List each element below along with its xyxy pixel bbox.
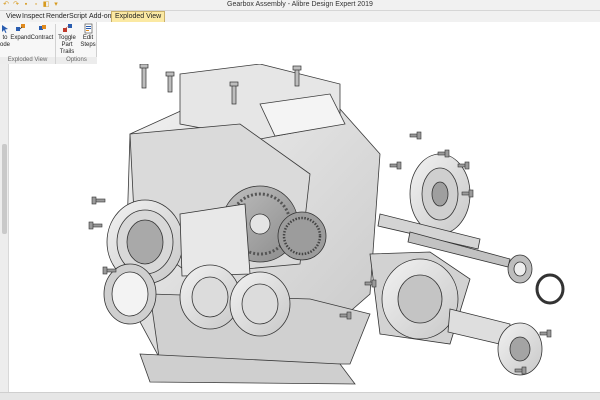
to-mode-label-2: ode [0,42,11,48]
tab-exploded-view[interactable]: Exploded View [111,11,166,22]
edit-steps-label-2: Steps [80,42,96,48]
ribbon-panel: to ode Expand Contract Toggle Part Trail… [0,22,97,64]
arrow-icon [1,25,8,33]
toggle-label-2: Part Trails [59,42,75,55]
title-bar: ↶ ↷ ▪ ▫ ◧ ▾ Gearbox Assembly - Alibre De… [0,0,600,11]
seal-ring-left[interactable] [103,263,157,325]
model-viewport[interactable] [10,64,600,392]
tab-script[interactable]: Script [69,12,87,22]
scrollbar-thumb[interactable] [2,144,7,234]
tab-view[interactable]: View [6,12,21,22]
expand-label: Expand [10,35,31,41]
contract-button[interactable]: Contract [30,23,54,42]
toggle-label-1: Toggle [58,35,76,41]
ribbon-tabs: View Inspect Render Script Add-on Explod… [0,11,600,22]
expand-icon [16,24,25,31]
tab-add-on[interactable]: Add-on [89,12,112,22]
toggle-part-trails-button[interactable]: Toggle Part Trails [56,23,78,56]
edit-steps-icon [84,23,92,34]
group-label-options: Options [56,57,97,64]
tab-inspect[interactable]: Inspect [22,12,45,22]
window-title: Gearbox Assembly - Alibre Design Expert … [227,1,373,8]
bevel-gear[interactable] [277,211,327,261]
to-mode-label-1: to [2,35,8,41]
to-mode-button[interactable]: to ode [0,23,10,49]
left-scrollbar[interactable] [0,64,9,392]
tab-render[interactable]: Render [46,12,69,22]
edit-steps-label-1: Edit [82,35,94,41]
toggle-trails-icon [62,24,72,32]
bearing-right[interactable] [507,254,565,305]
edit-steps-button[interactable]: Edit Steps [79,23,97,49]
group-label-exploded-view: Exploded View [0,57,55,64]
contract-label: Contract [30,35,54,41]
status-bar [0,392,600,400]
contract-icon [38,25,46,30]
expand-button[interactable]: Expand [10,23,31,42]
